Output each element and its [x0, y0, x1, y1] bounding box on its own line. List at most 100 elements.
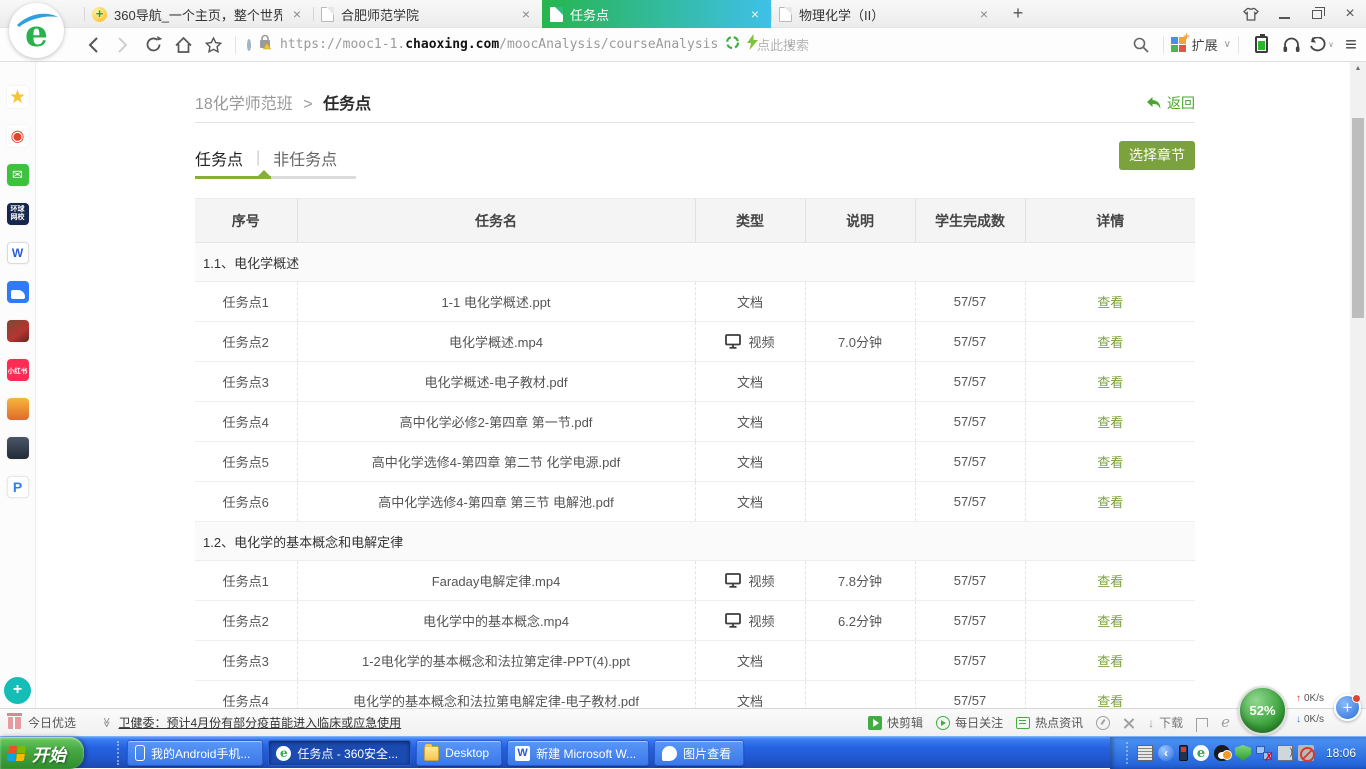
windows-taskbar: 开始 我的Android手机... 任务点 - 360安全... Desktop — [0, 736, 1366, 768]
tab-close-icon[interactable]: × — [976, 6, 992, 22]
back-button[interactable] — [80, 32, 106, 58]
extensions-grid-icon: + — [1171, 37, 1186, 52]
task-view-link[interactable]: 查看 — [1025, 402, 1195, 442]
ie-compat-icon[interactable]: e — [1221, 715, 1230, 730]
game-speed-icon[interactable] — [1096, 716, 1110, 730]
refresh-site-icon[interactable] — [725, 35, 740, 55]
section-title: 1.1、电化学概述 — [195, 243, 1195, 282]
refresh-button[interactable] — [140, 32, 166, 58]
task-view-link[interactable]: 查看 — [1025, 442, 1195, 482]
news-expand-icon[interactable]: ≫ — [101, 717, 112, 727]
browser-tab[interactable]: + 合肥师范学院 × — [313, 0, 542, 28]
tab-task-points[interactable]: 任务点 — [195, 146, 243, 170]
browser-tab[interactable]: + 任务点 × — [542, 0, 771, 28]
download-button[interactable]: ↓ 下载 — [1148, 714, 1183, 731]
page-scrollbar[interactable]: ▲ ▼ — [1350, 62, 1366, 708]
forward-button[interactable] — [110, 32, 136, 58]
tray-volume-muted-icon[interactable] — [1298, 745, 1314, 761]
tray-wireless-icon[interactable] — [1277, 745, 1293, 761]
tab-close-icon[interactable]: × — [289, 6, 305, 22]
browser-tab-bar: e + 360导航_一个主页，整个世界 × + 合肥师范学院 × — [0, 0, 1366, 28]
scrollbar-thumb[interactable] — [1352, 118, 1364, 318]
new-tab-button[interactable]: + — [1004, 3, 1032, 25]
sidebar-app-icon[interactable] — [7, 281, 29, 303]
tray-collapse-icon[interactable]: ‹ — [1158, 745, 1174, 761]
sidebar-app-icon[interactable] — [7, 437, 29, 459]
reader-mode-icon[interactable] — [247, 39, 251, 51]
headphones-icon[interactable] — [1278, 32, 1304, 58]
sidebar-app-icon[interactable]: W — [7, 242, 29, 264]
flag-report-icon[interactable] — [1196, 718, 1208, 727]
start-button[interactable]: 开始 — [0, 737, 84, 769]
taskbar-task-button[interactable]: 图片查看 — [654, 740, 744, 766]
add-accelerate-ball[interactable]: + — [1334, 694, 1361, 721]
sidebar-bottom-teal-icon[interactable]: + — [4, 677, 31, 704]
back-link[interactable]: 返回 — [1145, 93, 1195, 113]
url-text[interactable]: https://mooc1-1.chaoxing.com/moocAnalysi… — [280, 37, 718, 52]
tray-qq-icon[interactable] — [1214, 745, 1230, 761]
task-view-link[interactable]: 查看 — [1025, 641, 1195, 681]
task-view-link[interactable]: 查看 — [1025, 362, 1195, 402]
breadcrumb-parent[interactable]: 18化学师范班 — [195, 96, 293, 113]
taskbar-task-button[interactable]: 新建 Microsoft W... — [507, 740, 649, 766]
task-type: 文档 — [695, 402, 805, 442]
task-view-link[interactable]: 查看 — [1025, 322, 1195, 362]
task-view-link[interactable]: 查看 — [1025, 561, 1195, 601]
taskbar-task-button[interactable]: Desktop — [416, 740, 502, 766]
close-button[interactable]: × — [1342, 6, 1358, 22]
sidebar-app-icon[interactable]: 环球 网校 — [7, 203, 29, 225]
tab-non-task-points[interactable]: 非任务点 — [273, 146, 337, 170]
task-view-link[interactable]: 查看 — [1025, 482, 1195, 522]
pin-disabled-icon[interactable] — [1123, 717, 1135, 729]
sidebar-app-icon[interactable]: 小红书 — [7, 359, 29, 381]
home-button[interactable] — [170, 32, 196, 58]
sidebar-app-icon[interactable] — [7, 398, 29, 420]
battery-saver-icon[interactable] — [1248, 32, 1274, 58]
sidebar-app-icon[interactable]: ✉ — [7, 164, 29, 186]
address-bar[interactable]: https://mooc1-1.chaoxing.com/moocAnalysi… — [243, 34, 751, 55]
select-chapter-button[interactable]: 选择章节 — [1119, 141, 1195, 170]
maximize-button[interactable] — [1309, 6, 1325, 22]
news-headline-link[interactable]: 卫健委：预计4月份有部分疫苗能进入临床或应急使用 — [118, 714, 401, 731]
memory-speed-ball[interactable]: 52% — [1238, 686, 1287, 735]
header-divider — [195, 122, 1195, 123]
task-name: 1-1 电化学概述.ppt — [297, 282, 695, 322]
browser-tab[interactable]: + 物理化学（II） × — [771, 0, 1000, 28]
favorite-star-button[interactable] — [200, 32, 226, 58]
scroll-up-icon[interactable]: ▲ — [1350, 62, 1366, 76]
tray-360browser-icon[interactable]: e — [1193, 745, 1209, 761]
tray-clock: 18:06 — [1326, 746, 1356, 760]
search-icon[interactable] — [1128, 32, 1154, 58]
security-lock-icon[interactable] — [258, 34, 273, 55]
undo-button[interactable]: ∨ — [1308, 32, 1334, 58]
tray-battery-icon[interactable] — [1179, 745, 1188, 761]
daily-pick-link[interactable]: 今日优选 — [28, 714, 76, 731]
sidebar-app-icon[interactable]: P — [7, 476, 29, 498]
tab-close-icon[interactable]: × — [747, 6, 763, 22]
daily-follow-button[interactable]: 每日关注 — [936, 714, 1003, 731]
task-view-link[interactable]: 查看 — [1025, 282, 1195, 322]
quick-clip-button[interactable]: 快剪辑 — [868, 714, 923, 731]
browser-logo-icon[interactable]: e — [9, 3, 64, 58]
task-view-link[interactable]: 查看 — [1025, 601, 1195, 641]
task-view-link[interactable]: 查看 — [1025, 681, 1195, 709]
task-name: 高中化学选修4-第四章 第三节 电解池.pdf — [297, 482, 695, 522]
hot-news-button[interactable]: 热点资讯 — [1016, 714, 1083, 731]
search-box[interactable]: 点此搜索 — [751, 28, 1156, 61]
extensions-button[interactable]: + 扩展 ∨ — [1171, 35, 1231, 54]
screen: e + 360导航_一个主页，整个世界 × + 合肥师范学院 × — [0, 0, 1366, 768]
tab-close-icon[interactable]: × — [518, 6, 534, 22]
taskbar-task-button[interactable]: 我的Android手机... — [127, 740, 263, 766]
sidebar-app-icon[interactable]: ◉ — [7, 125, 29, 147]
skin-center-icon[interactable] — [1243, 6, 1259, 22]
sidebar-app-icon[interactable]: ★ — [7, 86, 29, 108]
browser-tab[interactable]: + 360导航_一个主页，整个世界 × — [84, 0, 313, 28]
sidebar-app-icon[interactable] — [7, 320, 29, 342]
tray-network-disconnected-icon[interactable]: ✗ — [1256, 745, 1272, 761]
taskbar-task-button[interactable]: 任务点 - 360安全... — [268, 740, 411, 766]
task-type: 视频 — [695, 322, 805, 362]
tray-keyboard-icon[interactable] — [1137, 745, 1153, 761]
minimize-button[interactable] — [1276, 6, 1292, 22]
menu-hamburger-icon[interactable]: ≡ — [1338, 32, 1364, 58]
tray-security-shield-icon[interactable] — [1235, 745, 1251, 761]
